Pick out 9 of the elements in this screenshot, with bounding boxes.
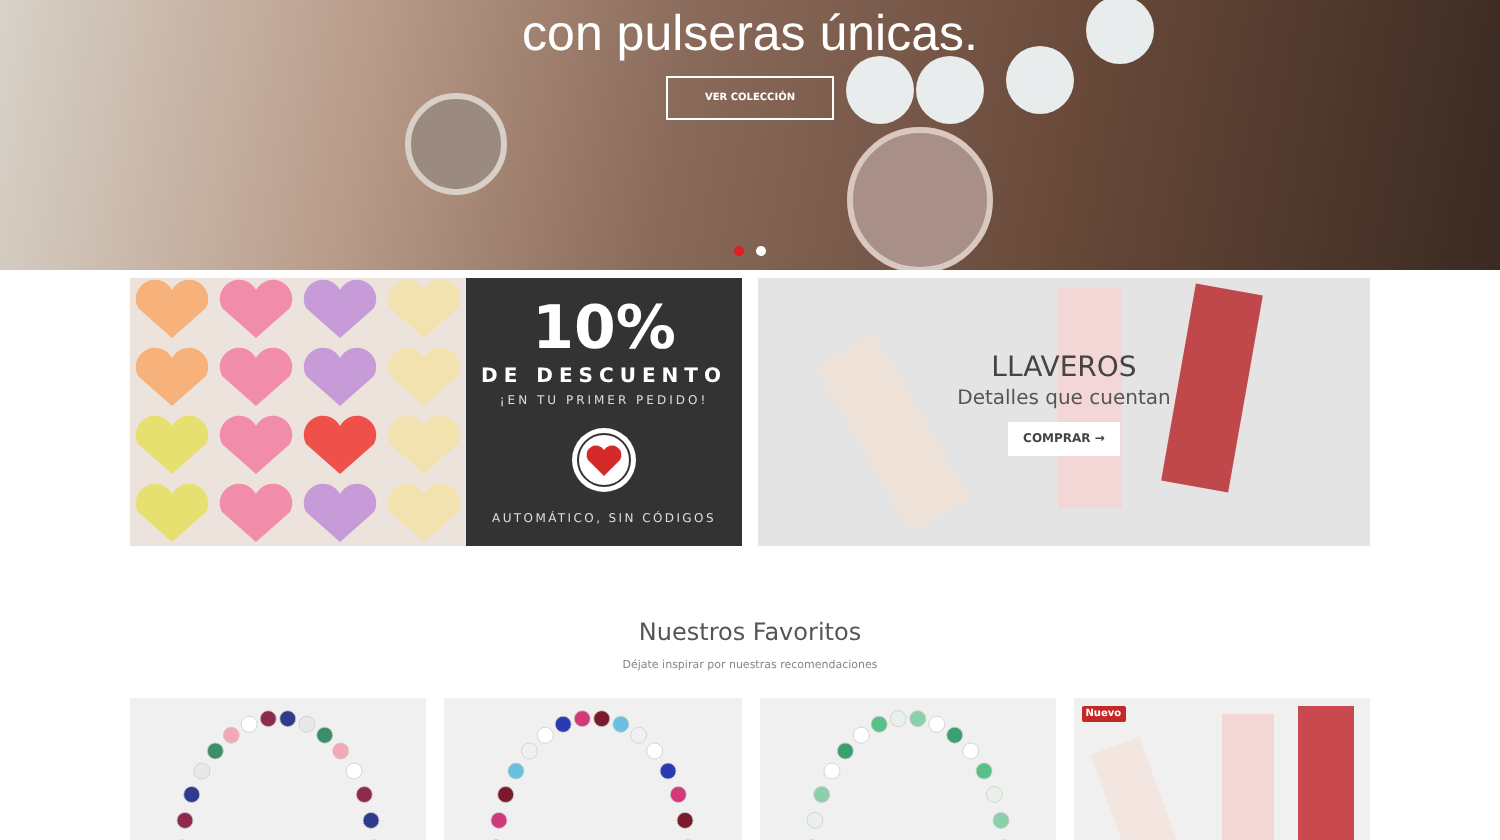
discount-value: 10%	[532, 298, 676, 362]
section-title: Nuestros Favoritos	[638, 618, 862, 646]
category-subtitle: Detalles que cuentan	[957, 388, 1171, 410]
slide-dot[interactable]	[734, 246, 744, 256]
discount-label: DE DESCUENTO	[481, 366, 727, 388]
hero-title: con pulseras únicas.	[522, 4, 978, 64]
slide-dot[interactable]	[756, 246, 766, 256]
category-title: LLAVEROS	[991, 352, 1137, 384]
heart-seal-icon	[570, 426, 638, 494]
